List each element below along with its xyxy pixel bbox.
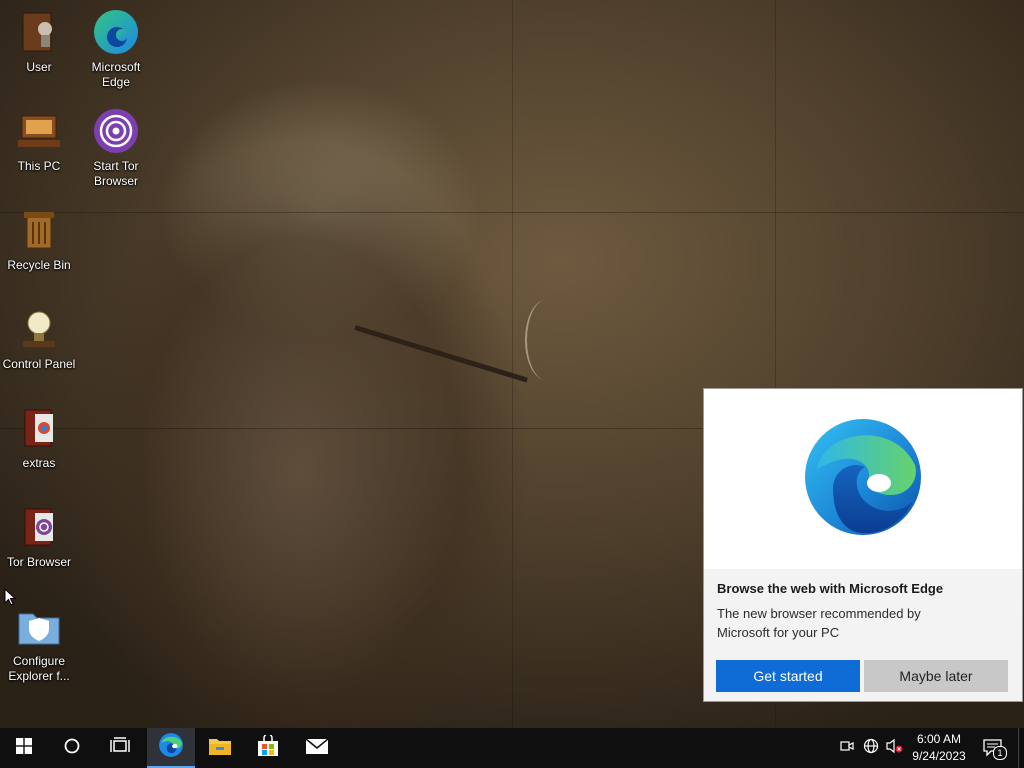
clock-date: 9/24/2023 (912, 749, 966, 763)
taskbar-clock[interactable]: 6:00 AM 9/24/2023 (904, 731, 974, 765)
store-button[interactable] (244, 728, 292, 768)
notification-count-badge: 1 (993, 746, 1007, 760)
desktop-icon-label: Microsoft Edge (91, 60, 141, 89)
toast-title: Browse the web with Microsoft Edge (717, 581, 944, 596)
desktop-icon-label: extras (22, 456, 56, 470)
toast-buttons: Get started Maybe later (716, 660, 1008, 692)
network-icon (863, 738, 879, 759)
wallpaper-smoke (525, 300, 567, 380)
mail-button[interactable] (293, 728, 341, 768)
mail-icon (305, 737, 329, 760)
store-icon (257, 732, 279, 762)
show-desktop-divider (1018, 728, 1019, 768)
wallpaper-seam (512, 0, 513, 728)
toast-hero (704, 389, 1022, 569)
desktop-icon-label: Configure Explorer f... (8, 654, 70, 683)
desktop-icon-tor-browser[interactable]: Tor Browser (1, 503, 77, 570)
control-panel-icon (15, 305, 63, 353)
search-button[interactable] (48, 728, 96, 768)
toast-body: The new browser recommended by Microsoft… (717, 606, 921, 640)
tor-folder-icon (15, 503, 63, 551)
taskbar: 6:00 AM 9/24/2023 1 (0, 728, 1024, 768)
mouse-cursor-icon (4, 587, 17, 611)
start-button[interactable] (0, 728, 48, 768)
clock-time: 6:00 AM (916, 732, 962, 746)
meet-now-button[interactable] (838, 728, 856, 768)
network-button[interactable] (860, 728, 882, 768)
desktop-icon-user[interactable]: User (1, 8, 77, 75)
task-view-button[interactable] (96, 728, 144, 768)
desktop-icon-extras[interactable]: extras (1, 404, 77, 471)
action-center-button[interactable]: 1 (980, 728, 1007, 768)
edge-logo-icon (803, 417, 923, 542)
desktop-icon-label: Start Tor Browser (93, 159, 139, 188)
folder-icon (15, 404, 63, 452)
this-pc-icon (15, 107, 63, 155)
desktop-icon-label: This PC (17, 159, 61, 173)
start-icon (16, 737, 32, 759)
desktop-icon-start-tor-browser[interactable]: Start Tor Browser (78, 107, 154, 189)
file-explorer-button[interactable] (196, 728, 244, 768)
file-explorer-icon (208, 736, 232, 761)
desktop-icon-label: Control Panel (2, 357, 76, 371)
maybe-later-button[interactable]: Maybe later (864, 660, 1008, 692)
volume-button[interactable] (884, 728, 906, 768)
task-view-icon (110, 736, 130, 760)
volume-muted-icon (886, 738, 904, 759)
desktop-icon-label: Tor Browser (6, 555, 71, 569)
meet-now-icon (840, 739, 854, 758)
recycle-bin-icon (15, 206, 63, 254)
desktop-icon-configure-explorer[interactable]: Configure Explorer f... (1, 602, 77, 684)
edge-promo-toast[interactable]: Browse the web with Microsoft Edge The n… (703, 388, 1023, 702)
get-started-button[interactable]: Get started (716, 660, 860, 692)
desktop-icon-this-pc[interactable]: This PC (1, 107, 77, 174)
desktop-icon-label: User (26, 60, 52, 74)
desktop-icon-control-panel[interactable]: Control Panel (1, 305, 77, 372)
shield-folder-icon (15, 602, 63, 650)
taskbar-edge-button[interactable] (147, 728, 195, 768)
desktop-icon-microsoft-edge[interactable]: Microsoft Edge (78, 8, 154, 90)
desktop-icon-label: Recycle Bin (7, 258, 71, 272)
desktop-icon-recycle-bin[interactable]: Recycle Bin (1, 206, 77, 273)
wallpaper-pipe (354, 325, 528, 383)
notification-icon: 1 (983, 739, 1007, 760)
tor-icon (92, 107, 140, 155)
search-icon (63, 737, 81, 760)
user-folder-icon (15, 8, 63, 56)
edge-icon (158, 732, 184, 763)
edge-icon (92, 8, 140, 56)
